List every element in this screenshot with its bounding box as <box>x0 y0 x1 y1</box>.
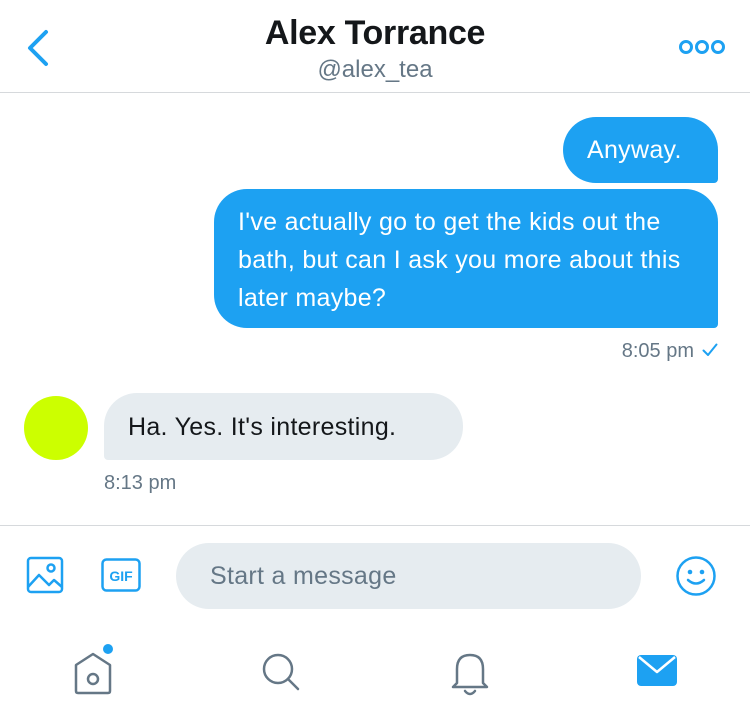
read-status-icon <box>702 340 718 363</box>
contact-name: Alex Torrance <box>264 14 486 52</box>
tab-messages[interactable] <box>634 643 680 699</box>
add-gif-button[interactable]: GIF <box>101 558 141 592</box>
incoming-message[interactable]: Ha. Yes. It's interesting. <box>104 393 463 460</box>
outgoing-message[interactable]: I've actually go to get the kids out the… <box>214 189 718 328</box>
message-time: 8:05 pm <box>621 340 694 362</box>
home-icon <box>74 644 113 695</box>
conversation-header: Alex Torrance @alex_tea <box>0 0 750 93</box>
outgoing-timestamp: 8:05 pm <box>622 340 718 363</box>
emoji-icon <box>676 556 716 596</box>
incoming-timestamp: 8:13 pm <box>104 472 177 494</box>
gif-label: GIF <box>109 568 133 584</box>
tab-home[interactable] <box>70 643 116 699</box>
bell-icon <box>451 653 489 696</box>
tab-notifications[interactable] <box>447 643 493 699</box>
more-dots-icon <box>679 40 725 54</box>
emoji-button[interactable] <box>675 555 717 597</box>
message-composer: GIF Start a message <box>0 525 750 626</box>
search-icon <box>262 653 300 691</box>
tab-search[interactable] <box>258 643 304 699</box>
bottom-tab-bar <box>0 625 750 722</box>
message-input[interactable]: Start a message <box>176 543 641 609</box>
outgoing-message[interactable]: Anyway. <box>563 117 718 183</box>
envelope-icon <box>637 655 677 686</box>
add-photo-button[interactable] <box>26 556 64 594</box>
message-input-placeholder: Start a message <box>210 561 397 590</box>
avatar[interactable] <box>24 396 88 460</box>
notification-dot <box>103 644 113 654</box>
contact-handle: @alex_tea <box>317 56 433 83</box>
more-options-button[interactable] <box>678 36 726 58</box>
gif-icon: GIF <box>101 558 141 592</box>
image-icon <box>26 556 64 594</box>
